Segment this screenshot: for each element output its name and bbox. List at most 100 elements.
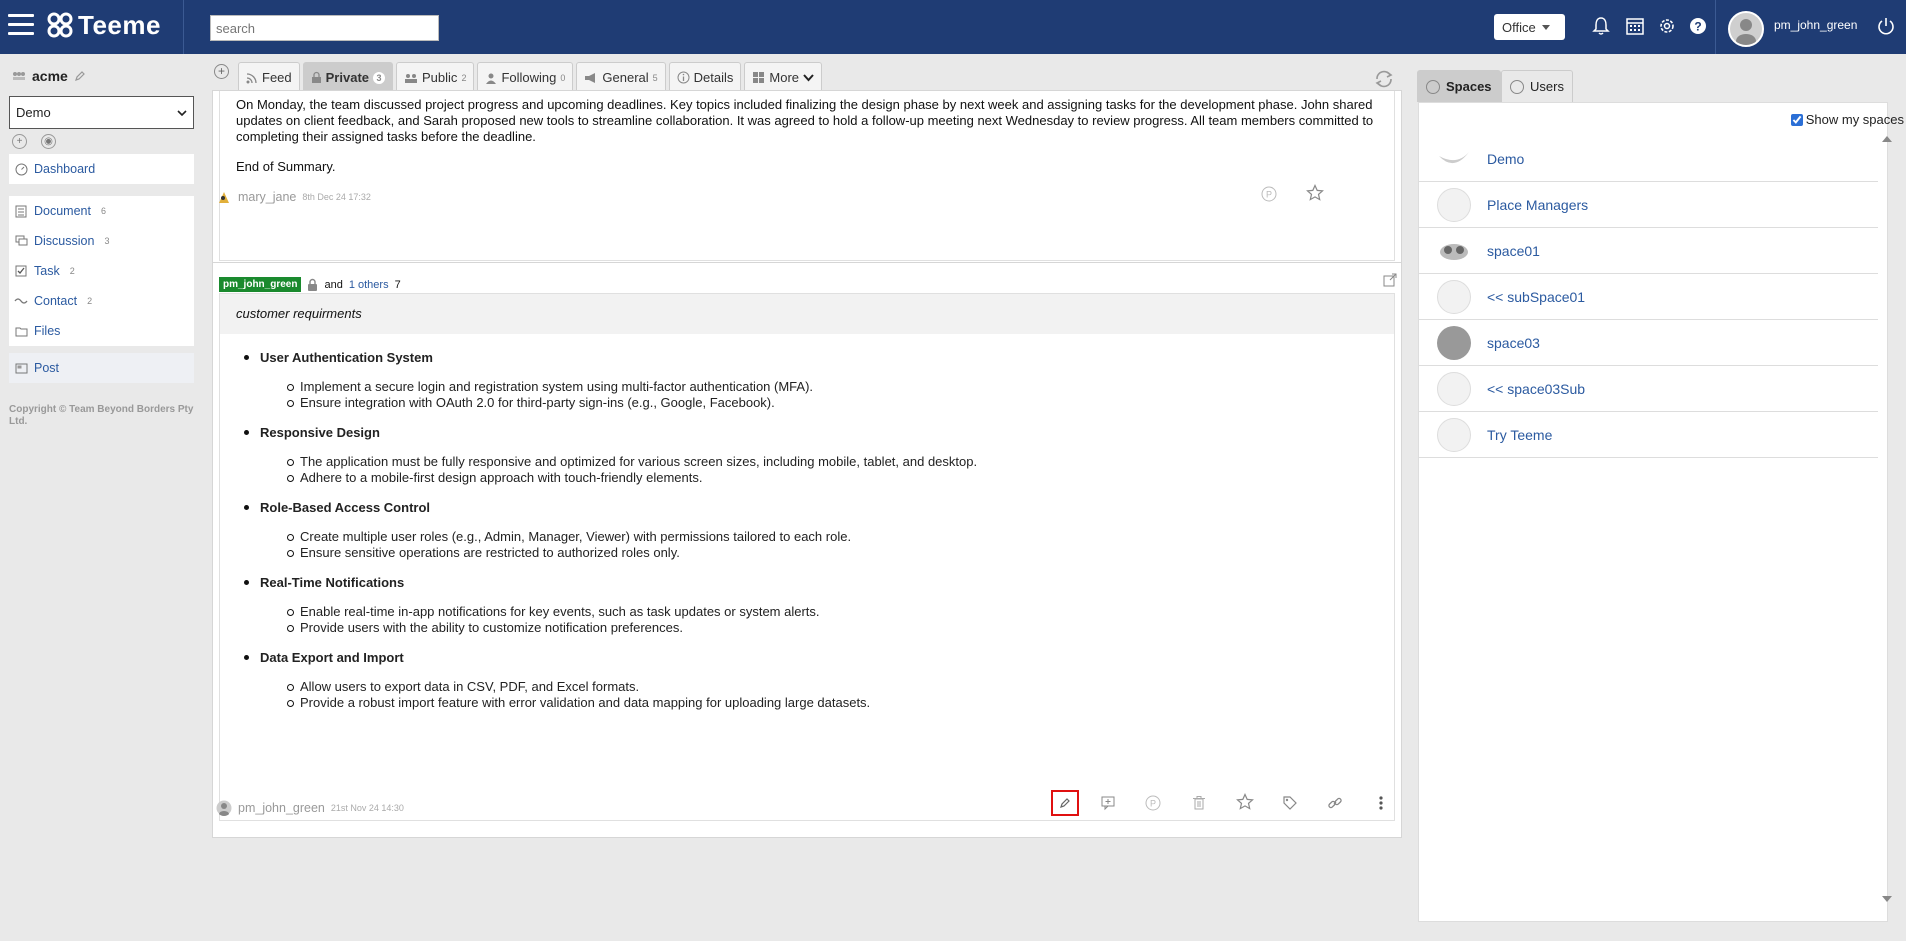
avatar xyxy=(216,800,232,816)
view-icon[interactable]: ◉ xyxy=(41,134,56,149)
nav-post-panel: Post xyxy=(9,353,194,383)
link-icon[interactable] xyxy=(1324,792,1346,814)
lock-icon xyxy=(308,278,318,291)
requirement-title: Responsive Design xyxy=(244,425,1360,440)
sidebar-item-count: 2 xyxy=(87,296,93,306)
post-author[interactable]: pm_john_green xyxy=(238,801,325,815)
nav-dashboard-panel: Dashboard xyxy=(9,154,194,184)
add-comment-icon[interactable] xyxy=(1097,792,1119,814)
tab-spaces[interactable]: Spaces xyxy=(1417,70,1501,102)
add-icon[interactable]: + xyxy=(12,134,27,149)
pencil-icon[interactable] xyxy=(74,70,86,82)
tab-feed[interactable]: Feed xyxy=(238,62,300,92)
sidebar-item-post[interactable]: Post xyxy=(9,353,194,383)
gear-icon[interactable] xyxy=(1657,16,1677,36)
open-external-icon[interactable] xyxy=(1383,273,1397,287)
tab-count: 3 xyxy=(373,71,386,84)
chevron-down-icon xyxy=(177,109,187,116)
sidebar-item-dashboard[interactable]: Dashboard xyxy=(9,154,194,184)
more-options-icon[interactable] xyxy=(1370,792,1392,814)
scroll-up-arrow[interactable] xyxy=(1882,136,1892,142)
list-item[interactable]: << space03Sub xyxy=(1419,366,1878,412)
info-icon xyxy=(677,71,690,84)
rss-icon xyxy=(246,72,257,83)
sidebar-item-discussion[interactable]: Discussion 3 xyxy=(9,226,194,256)
tab-more[interactable]: More xyxy=(744,62,823,92)
post-subject: customer requirments xyxy=(220,294,1394,334)
pin-icon[interactable]: P xyxy=(1258,183,1280,205)
requirement-detail: Allow users to export data in CSV, PDF, … xyxy=(287,679,1360,695)
others-count: 7 xyxy=(394,278,401,291)
requirement-title: Role-Based Access Control xyxy=(244,500,1360,515)
pin-icon[interactable]: P xyxy=(1142,792,1164,814)
copyright-text: Copyright © Team Beyond Borders Pty Ltd. xyxy=(9,404,194,427)
document-icon xyxy=(14,204,28,218)
calendar-icon[interactable] xyxy=(1625,16,1645,36)
menu-icon[interactable] xyxy=(8,14,34,36)
brand-logo[interactable]: Teeme xyxy=(46,9,161,41)
sidebar-item-count: 3 xyxy=(104,236,110,246)
bell-icon[interactable] xyxy=(1591,16,1611,36)
search-input[interactable] xyxy=(210,15,439,41)
sidebar-item-label: Task xyxy=(34,264,60,278)
refresh-icon[interactable] xyxy=(1373,68,1395,90)
space-name: Place Managers xyxy=(1487,196,1589,213)
show-my-spaces-checkbox[interactable] xyxy=(1790,113,1803,126)
space-select[interactable]: Demo xyxy=(9,96,194,129)
tab-count: 5 xyxy=(652,72,658,83)
star-icon[interactable] xyxy=(1234,791,1256,813)
space-name: << space03Sub xyxy=(1487,380,1586,397)
requirement-detail: Provide users with the ability to custom… xyxy=(287,620,1360,636)
space-name: acme xyxy=(32,68,68,84)
sidebar-item-document[interactable]: Document 6 xyxy=(9,196,194,226)
list-item[interactable]: Try Teeme xyxy=(1419,412,1878,458)
list-item[interactable]: Demo xyxy=(1419,136,1878,182)
list-item[interactable]: space01 xyxy=(1419,228,1878,274)
star-icon[interactable] xyxy=(1304,182,1326,204)
requirement-detail: Ensure sensitive operations are restrict… xyxy=(287,545,1360,561)
requirement-detail: Ensure integration with OAuth 2.0 for th… xyxy=(287,395,1360,411)
office-dropdown[interactable]: Office xyxy=(1494,14,1565,40)
current-username[interactable]: pm_john_green xyxy=(1774,18,1857,32)
sidebar-item-contact[interactable]: Contact 2 xyxy=(9,286,194,316)
post-meta: pm_john_green 21st Nov 24 14:30 xyxy=(216,800,404,816)
list-item[interactable]: Place Managers xyxy=(1419,182,1878,228)
requirement-detail: Provide a robust import feature with err… xyxy=(287,695,1360,711)
tab-following[interactable]: Following 0 xyxy=(477,62,574,92)
owner-badge[interactable]: pm_john_green xyxy=(219,277,302,292)
sidebar-item-files[interactable]: Files xyxy=(9,316,194,346)
edit-button[interactable] xyxy=(1051,790,1079,816)
sidebar-item-label: Files xyxy=(34,324,61,338)
tab-public[interactable]: Public 2 xyxy=(396,62,475,92)
user-avatar-icon xyxy=(1730,13,1762,45)
scroll-down-arrow[interactable] xyxy=(1882,896,1892,902)
post-card: pm_john_green and 1 others 7 customer re… xyxy=(212,262,1402,838)
spaces-list: Demo Place Managers space01 << subSpace0… xyxy=(1419,136,1878,458)
avatar[interactable] xyxy=(1728,11,1764,47)
discussion-icon xyxy=(14,234,28,248)
list-item[interactable]: << subSpace01 xyxy=(1419,274,1878,320)
tab-label: Details xyxy=(693,70,734,85)
tab-users[interactable]: Users xyxy=(1501,70,1573,102)
tab-details[interactable]: Details xyxy=(668,62,742,92)
space-icon xyxy=(13,72,25,80)
tab-general[interactable]: General 5 xyxy=(576,62,666,92)
tab-private[interactable]: Private 3 xyxy=(302,62,394,92)
requirement-detail: Enable real-time in-app notifications fo… xyxy=(287,604,1360,620)
add-tab-icon[interactable]: + xyxy=(214,64,229,79)
post-author[interactable]: mary_jane xyxy=(238,190,296,204)
list-item: User Authentication System Implement a s… xyxy=(244,350,1360,411)
requirements-list: User Authentication System Implement a s… xyxy=(244,350,1360,725)
power-icon[interactable] xyxy=(1876,16,1896,36)
show-my-spaces-toggle[interactable]: Show my spaces xyxy=(1790,112,1904,127)
trash-icon[interactable] xyxy=(1188,792,1210,814)
others-link[interactable]: 1 others xyxy=(349,279,389,291)
help-icon[interactable]: ? xyxy=(1688,16,1708,36)
list-item[interactable]: space03 xyxy=(1419,320,1878,366)
tag-icon[interactable] xyxy=(1279,792,1301,814)
pencil-icon xyxy=(1060,798,1070,808)
space-name: space01 xyxy=(1487,242,1540,259)
contact-icon xyxy=(14,294,28,308)
sidebar-item-task[interactable]: Task 2 xyxy=(9,256,194,286)
group-icon xyxy=(405,73,418,83)
